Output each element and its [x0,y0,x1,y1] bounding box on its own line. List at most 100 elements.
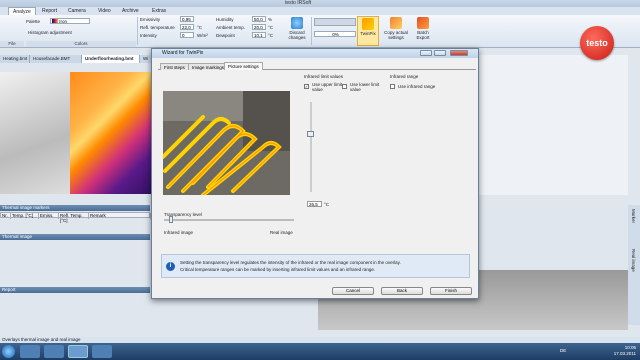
player-progress[interactable]: 0% [314,31,356,37]
humidity-unit: % [268,17,273,22]
media-icon[interactable] [92,345,112,358]
histogram-label[interactable]: Histogram adjustment [28,30,72,35]
tab-first-steps[interactable]: First steps [160,63,189,70]
browser-icon[interactable] [44,345,64,358]
palette-swatch-icon [52,19,58,23]
use-range-checkbox[interactable] [390,84,395,89]
use-upper-checkbox[interactable]: ✓ [304,84,309,89]
dialog-title-bar: Wizard for TwinPix [152,49,478,58]
info-icon: i [166,262,175,271]
cancel-button[interactable]: Cancel [332,287,374,295]
finish-button[interactable]: Finish [430,287,472,295]
ribbon-separator [311,17,312,45]
windows-taskbar: DE 10:05 17.03.2011 [0,343,640,360]
copy-settings-button[interactable]: Copy actual settings [382,16,410,46]
use-lower-checkbox[interactable] [342,84,347,89]
humidity-field[interactable]: 50,0 [252,16,266,22]
testo-logo: testo [580,26,614,60]
doctab-housefacade[interactable]: Housefacade.BMT [30,55,82,63]
tab-extras[interactable]: Extras [148,7,170,15]
use-lower-label[interactable]: Use lower limit value [350,82,380,92]
palette-label: Palette [26,19,41,24]
doctab-underfloorheating[interactable]: Underfloorheating.bmt [82,55,140,63]
start-icon[interactable] [2,345,15,358]
tab-camera[interactable]: Camera [64,7,90,15]
back-button[interactable]: Back [381,287,423,295]
refl-temp-unit: °C [197,25,203,30]
tab-picture-settings[interactable]: Picture settings [224,62,263,70]
ribbon: Palette Iron Histogram adjustment File C… [0,15,640,48]
tab-video[interactable]: Video [94,7,115,15]
checkmark-icon: ✓ [305,84,309,89]
upper-limit-value-field[interactable]: 26,5 [307,201,322,207]
batch-export-icon [417,17,429,29]
intensity-field[interactable]: 0 [180,32,194,38]
info-line-2: Critical temperature ranges can be marke… [180,267,376,272]
col-emiss: Emiss. [39,213,59,219]
tab-archive[interactable]: Archive [118,7,143,15]
temp-unit: °C [324,202,330,207]
tab-report[interactable]: Report [38,7,61,15]
report-panel-title: Report [0,287,150,293]
explorer-icon[interactable] [20,345,40,358]
underfloor-heating-overlay-image [163,91,290,195]
col-refl-temp: Refl. Temp. [°C] [59,213,89,223]
discard-label: Discard changes [288,30,306,40]
real-image-thumbnail [0,72,70,194]
palette-value: Iron [59,19,68,24]
refl-temp-label: Refl. temperature [140,25,175,30]
palette-select[interactable]: Iron [50,18,90,24]
twinpix-preview [163,91,290,195]
ribbon-tab-row: Analyze Report Camera Video Archive Extr… [0,7,640,15]
minimize-button[interactable] [420,50,432,56]
language-indicator[interactable]: DE [560,348,566,353]
side-tab-strip: Marker Real image [628,205,640,325]
side-tab-marker[interactable]: Marker [631,209,636,223]
irsoft-taskbar-icon[interactable] [68,345,88,358]
transparency-slider-thumb[interactable] [168,216,173,223]
app-title-bar: testo IRSoft [0,0,640,7]
discard-changes-button[interactable]: Discard changes [286,16,308,46]
twinpix-button[interactable]: TwinPix [357,16,379,46]
twinpix-label: TwinPix [360,31,376,36]
ambient-field[interactable]: 20,0 [252,24,266,30]
dialog-title: Wizard for TwinPix [162,50,204,56]
dialog-tabs: First steps Image markings Picture setti… [158,62,476,70]
group-file-title: File [0,41,24,47]
humidity-label: Humidity [216,17,234,22]
upper-limit-slider-thumb[interactable] [307,131,314,137]
player-controls[interactable] [314,18,356,26]
side-tab-real-image[interactable]: Real image [631,249,636,272]
transparency-slider-track[interactable] [164,219,294,221]
document-tabs: Heating.bmt Housefacade.BMT Underfloorhe… [0,55,160,63]
refl-temp-field[interactable]: 22,0 [180,24,194,30]
tab-image-markings[interactable]: Image markings [188,63,229,70]
real-image-label: Real image [270,230,293,235]
batch-label: Batch Export [416,30,430,40]
intensity-unit: W/m² [197,33,208,38]
use-upper-label[interactable]: Use upper limit value [312,82,342,92]
infrared-image-label: Infrared image [164,230,194,235]
col-remark: Remark [89,213,151,219]
twinpix-icon [362,18,374,30]
emissivity-field[interactable]: 0,95 [180,16,194,22]
upper-limit-slider-track[interactable] [310,102,312,192]
close-button[interactable] [450,50,468,56]
range-heading: Infrared range [390,74,419,79]
window-title: testo IRSoft [285,0,312,6]
maximize-button[interactable] [434,50,446,56]
clock[interactable]: 10:05 17.03.2011 [614,345,636,357]
batch-export-button[interactable]: Batch Export [412,16,434,46]
dewpoint-unit: °C [268,33,274,38]
use-range-label[interactable]: Use infrared range [398,84,435,89]
emissivity-label: Emissivity [140,17,160,22]
tab-analyze[interactable]: Analyze [8,7,36,15]
twinpix-wizard-dialog: Wizard for TwinPix First steps Image mar… [151,48,479,299]
dewpoint-field[interactable]: 10,1 [252,32,266,38]
intensity-label: Intensity [140,33,157,38]
thermal-image-view[interactable] [70,72,152,194]
clock-date: 17.03.2011 [613,351,636,356]
doctab-heating[interactable]: Heating.bmt [0,55,30,63]
ambient-label: Ambient temp. [216,25,246,30]
ambient-unit: °C [268,25,274,30]
